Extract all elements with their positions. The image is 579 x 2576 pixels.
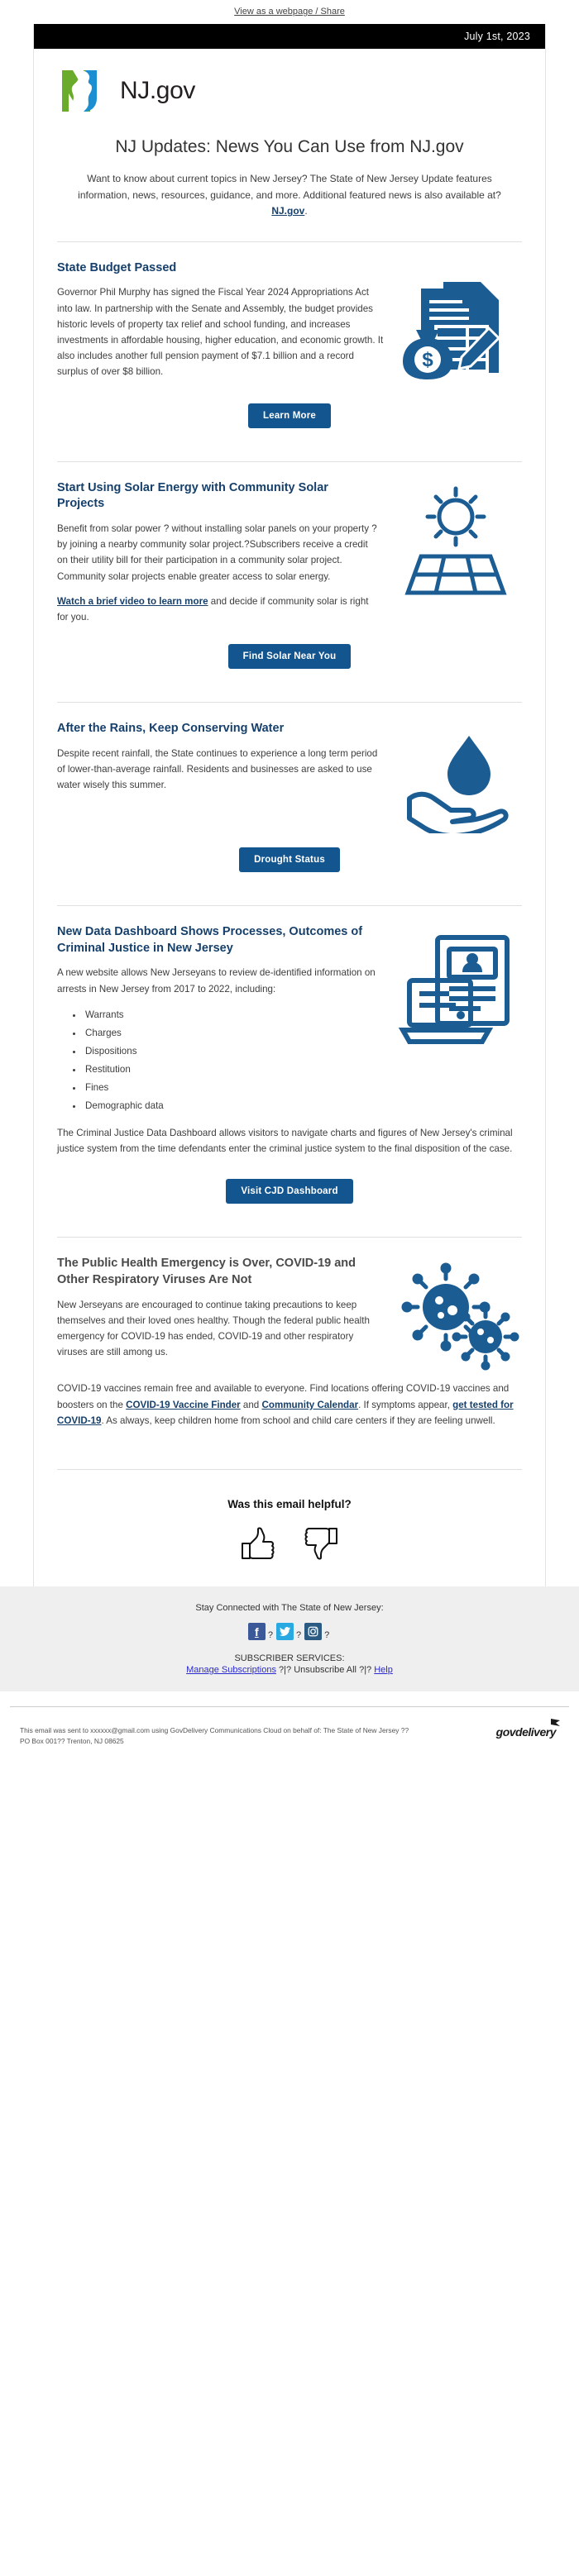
intro-text: Want to know about current topics in New… — [78, 173, 501, 201]
nj-state-logo-icon — [57, 64, 112, 118]
link-separator: ?|? — [275, 1665, 294, 1676]
social-separator: ? — [267, 1630, 273, 1641]
budget-documents-money-icon: $ — [398, 260, 522, 394]
story-body: Despite recent rainfall, the State conti… — [57, 747, 378, 791]
feedback-section: Was this email helpful? — [34, 1470, 545, 1586]
list-item: Warrants — [84, 1006, 386, 1024]
visit-cjd-dashboard-button[interactable]: Visit CJD Dashboard — [226, 1179, 353, 1205]
stay-connected-label: Stay Connected with The State of New Jer… — [195, 1603, 384, 1614]
watch-video-link[interactable]: Watch a brief video to learn more — [57, 596, 208, 607]
date-bar: July 1st, 2023 — [34, 24, 545, 49]
intro-period: . — [304, 205, 308, 217]
issue-date: July 1st, 2023 — [464, 31, 530, 42]
list-item: Dispositions — [84, 1042, 386, 1061]
legal-line-2: PO Box 001?? Trenton, NJ 08625 — [20, 1737, 124, 1746]
list-item: Charges — [84, 1024, 386, 1042]
hand-water-drop-icon — [398, 721, 522, 839]
subscriber-services-links: Manage Subscriptions ?|? Unsubscribe All… — [0, 1665, 579, 1675]
story-heading: New Data Dashboard Shows Processes, Outc… — [57, 925, 363, 955]
button-row: Drought Status — [57, 837, 522, 877]
story-state-budget: State Budget Passed Governor Phil Murphy… — [34, 242, 545, 440]
story-heading: Start Using Solar Energy with Community … — [57, 480, 328, 511]
list-item: Fines — [84, 1079, 386, 1097]
story-body-secondary: COVID-19 vaccines remain free and availa… — [57, 1381, 522, 1432]
manage-subscriptions-link[interactable]: Manage Subscriptions — [186, 1665, 276, 1675]
twitter-icon[interactable] — [275, 1623, 294, 1641]
story-heading: After the Rains, Keep Conserving Water — [57, 722, 285, 736]
story-community-solar: Start Using Solar Energy with Community … — [34, 462, 545, 681]
feedback-buttons — [34, 1525, 545, 1562]
find-solar-button[interactable]: Find Solar Near You — [227, 644, 352, 670]
community-calendar-link[interactable]: Community Calendar — [261, 1400, 358, 1410]
social-separator: ? — [295, 1630, 302, 1641]
masthead: NJ Updates: News You Can Use from NJ.gov — [34, 123, 545, 160]
story-body: Governor Phil Murphy has signed the Fisc… — [57, 287, 384, 378]
njgov-link[interactable]: NJ.gov — [271, 205, 304, 217]
brand-header[interactable]: NJ.gov — [34, 49, 545, 123]
feedback-question: Was this email helpful? — [227, 1498, 352, 1511]
legal-text: This email was sent to xxxxxx@gmail.com … — [20, 1725, 409, 1747]
story-body: A new website allows New Jerseyans to re… — [57, 967, 376, 995]
page-title: NJ Updates: News You Can Use from NJ.gov — [115, 137, 464, 156]
coronavirus-icon — [398, 1256, 522, 1381]
svg-text:$: $ — [422, 349, 433, 371]
laptop-data-dashboard-icon — [398, 924, 522, 1057]
covid-vaccine-finder-link[interactable]: COVID-19 Vaccine Finder — [126, 1400, 241, 1410]
thumbs-down-icon[interactable] — [304, 1525, 340, 1562]
list-item: Restitution — [84, 1061, 386, 1079]
story-heading: The Public Health Emergency is Over, COV… — [57, 1257, 356, 1286]
sun-solar-panel-icon — [390, 480, 522, 605]
story-bullet-list: Warrants Charges Dispositions Restitutio… — [57, 1006, 386, 1115]
govdelivery-wordmark: govdelivery — [495, 1725, 557, 1739]
drought-status-button[interactable]: Drought Status — [239, 847, 340, 873]
intro-paragraph: Want to know about current topics in New… — [34, 160, 545, 219]
email-page: View as a webpage / Share July 1st, 2023… — [0, 0, 579, 1756]
view-as-webpage-link[interactable]: View as a webpage / Share — [234, 7, 345, 17]
preheader-bar: View as a webpage / Share — [0, 0, 579, 24]
subscriber-services-title: SUBSCRIBER SERVICES: — [234, 1653, 345, 1664]
govdelivery-logo: govdelivery — [495, 1719, 560, 1739]
covid-text-b: and — [240, 1399, 262, 1410]
help-link[interactable]: Help — [374, 1665, 393, 1675]
story-body: Benefit from solar power ? without insta… — [57, 522, 377, 582]
button-row: Learn More — [57, 394, 522, 433]
unsubscribe-all-link[interactable]: Unsubscribe All — [294, 1665, 356, 1675]
story-body-secondary: The Criminal Justice Data Dashboard allo… — [57, 1127, 513, 1155]
social-separator: ? — [324, 1630, 330, 1641]
footer: Stay Connected with The State of New Jer… — [0, 1586, 579, 1692]
learn-more-button[interactable]: Learn More — [248, 403, 331, 428]
thumbs-up-icon[interactable] — [239, 1525, 275, 1562]
story-public-health-emergency: The Public Health Emergency is Over, COV… — [34, 1238, 545, 1448]
link-separator: ?|? — [356, 1665, 375, 1676]
brand-wordmark: NJ.gov — [120, 77, 195, 104]
legal-line-1: This email was sent to xxxxxx@gmail.com … — [20, 1726, 409, 1735]
story-water-conservation: After the Rains, Keep Conserving Water D… — [34, 703, 545, 884]
email-card: July 1st, 2023 NJ.gov NJ Updates: News Y… — [33, 24, 546, 1587]
story-body: New Jerseyans are encouraged to continue… — [57, 1299, 370, 1358]
story-criminal-justice-dashboard: New Data Dashboard Shows Processes, Outc… — [34, 906, 545, 1215]
list-item: Demographic data — [84, 1097, 386, 1115]
story-heading: State Budget Passed — [57, 260, 177, 274]
facebook-icon[interactable]: f — [247, 1623, 266, 1641]
govdelivery-flag-icon — [551, 1719, 560, 1727]
story-body-link-paragraph: Watch a brief video to learn more and de… — [57, 594, 378, 625]
button-row: Find Solar Near You — [57, 634, 522, 674]
button-row: Visit CJD Dashboard — [57, 1169, 522, 1209]
instagram-icon[interactable] — [304, 1623, 323, 1641]
social-links: f ? ? ? — [0, 1623, 579, 1641]
covid-text-c: . If symptoms appear, — [358, 1399, 453, 1410]
legal-section: This email was sent to xxxxxx@gmail.com … — [10, 1706, 569, 1755]
covid-text-d: . As always, keep children home from sch… — [101, 1414, 495, 1426]
